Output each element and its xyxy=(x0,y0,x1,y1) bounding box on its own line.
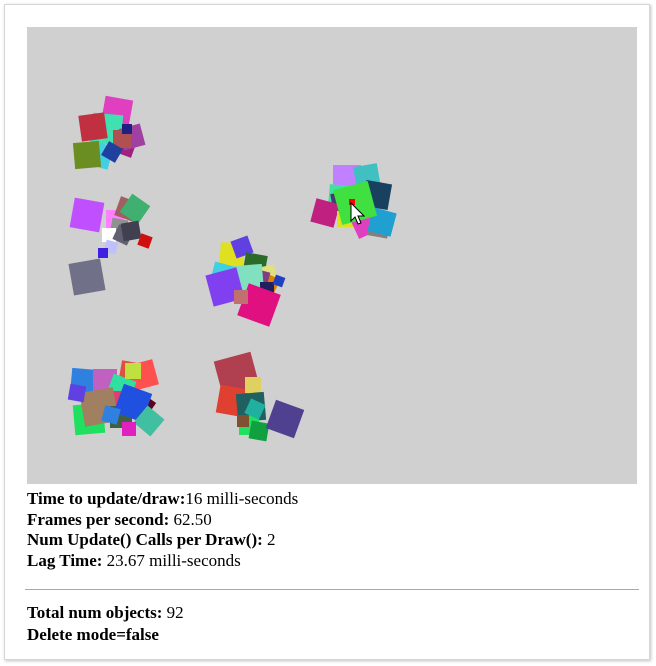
moving-square[interactable] xyxy=(98,248,108,258)
update-draw-row: Time to update/draw:16 milli-seconds xyxy=(27,489,639,510)
lag-label: Lag Time: xyxy=(27,550,103,570)
calls-row: Num Update() Calls per Draw(): 2 xyxy=(27,530,639,551)
total-objects-label: Total num objects: xyxy=(27,603,163,622)
fps-label: Frames per second: xyxy=(27,509,170,529)
moving-square[interactable] xyxy=(67,383,87,403)
lag-value: 23.67 milli-seconds xyxy=(102,550,241,570)
calls-label: Num Update() Calls per Draw(): xyxy=(27,530,263,549)
moving-square[interactable] xyxy=(69,197,105,233)
moving-square[interactable] xyxy=(122,124,132,134)
moving-square[interactable] xyxy=(265,399,305,439)
stats-panel: Time to update/draw:16 milli-seconds Fra… xyxy=(27,489,639,571)
moving-square[interactable] xyxy=(120,220,142,242)
calls-value: 2 xyxy=(262,530,276,549)
moving-square[interactable] xyxy=(245,377,261,393)
lag-row: Lag Time: 23.67 milli-seconds xyxy=(27,551,639,572)
divider xyxy=(25,589,639,590)
moving-square[interactable] xyxy=(78,112,108,142)
scene-svg xyxy=(67,95,397,442)
moving-square[interactable] xyxy=(125,363,141,379)
moving-square[interactable] xyxy=(102,228,116,242)
fps-row: Frames per second: 62.50 xyxy=(27,510,639,531)
total-objects-value: 92 xyxy=(162,603,184,622)
update-draw-label: Time to update/draw: xyxy=(27,489,186,508)
moving-square[interactable] xyxy=(68,258,106,296)
moving-square[interactable] xyxy=(72,140,102,170)
delete-mode-row: Delete mode=false xyxy=(27,624,639,646)
moving-square[interactable] xyxy=(237,415,249,427)
page-frame: Time to update/draw:16 milli-seconds Fra… xyxy=(4,4,650,660)
moving-square[interactable] xyxy=(122,422,136,436)
summary-panel: Total num objects: 92 Delete mode=false xyxy=(27,602,639,646)
moving-square[interactable] xyxy=(234,290,248,304)
game-canvas[interactable] xyxy=(27,27,637,484)
total-objects-row: Total num objects: 92 xyxy=(27,602,639,624)
moving-square[interactable] xyxy=(248,420,270,442)
fps-value: 62.50 xyxy=(169,509,212,529)
update-draw-value: 16 milli-seconds xyxy=(185,489,299,508)
delete-mode-text: Delete mode=false xyxy=(27,625,159,644)
